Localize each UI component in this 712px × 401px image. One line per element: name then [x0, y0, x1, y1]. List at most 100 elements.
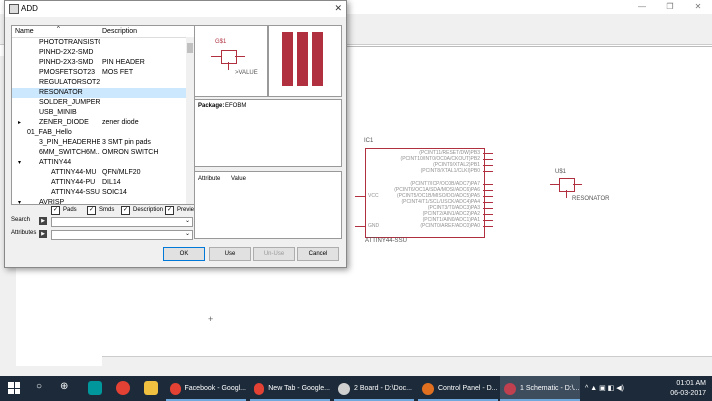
tree-scroll-thumb[interactable]: [187, 43, 193, 53]
taskbar-app[interactable]: 2 Board - D:\Doc...: [334, 376, 414, 401]
tree-row-description: OMRON SWITCH: [102, 149, 159, 156]
tree-row[interactable]: ▾01_FAB_Hello: [12, 128, 186, 138]
checkbox-label: Pads: [63, 207, 77, 213]
cancel-button[interactable]: Cancel: [297, 247, 339, 261]
taskbar-app[interactable]: Control Panel - D...: [418, 376, 498, 401]
tree-row[interactable]: USB_MINIB: [12, 108, 186, 118]
tree-row-name: 01_FAB_Hello: [27, 129, 72, 136]
column-description[interactable]: Description: [102, 28, 137, 35]
tree-row-name: 3_PIN_HEADERHE...: [39, 139, 100, 146]
taskbar-app-label: Facebook - Googl...: [184, 385, 246, 392]
tree-row-description: SOIC14: [102, 189, 127, 196]
start-icon[interactable]: [8, 382, 20, 394]
tree-row[interactable]: PINHD-2X2-SMD: [12, 48, 186, 58]
clock[interactable]: 01:01 AM 06-03-2017: [670, 379, 706, 399]
tree-row[interactable]: ATTINY44-PU DIL14: [12, 178, 186, 188]
checkbox-smds[interactable]: ✓ Smds: [87, 206, 114, 215]
pin-line: [483, 208, 493, 209]
file-explorer-icon[interactable]: [144, 381, 158, 395]
tree-row-name: USB_MINIB: [39, 109, 77, 116]
column-name[interactable]: Name: [15, 28, 34, 35]
search-label: Search: [11, 217, 31, 223]
ok-button[interactable]: OK: [163, 247, 205, 261]
symbol-preview: G$1 >VALUE: [194, 25, 268, 97]
resonator-body[interactable]: [559, 178, 575, 192]
check-icon[interactable]: ✓: [165, 206, 174, 215]
use-button[interactable]: Use: [209, 247, 251, 261]
tree-row[interactable]: ATTINY44-SSU SOIC14: [12, 188, 186, 198]
crosshair-icon: +: [208, 314, 214, 324]
attributes-history-icon[interactable]: ▶: [39, 230, 47, 238]
taskbar-app-label: Control Panel - D...: [438, 385, 498, 392]
collapse-icon[interactable]: ▸: [18, 118, 21, 128]
tree-row[interactable]: ▾ AVRISP: [12, 198, 186, 205]
tree-row-description: DIL14: [102, 179, 121, 186]
pin-line: [483, 159, 493, 160]
search-icon[interactable]: ○: [36, 381, 42, 392]
check-icon[interactable]: ✓: [121, 206, 130, 215]
attr-col-attribute: Attribute: [198, 176, 221, 182]
tree-row[interactable]: RESONATOR: [12, 88, 186, 98]
tree-row-name: ATTINY44-MU: [51, 169, 97, 176]
tree-row[interactable]: SOLDER_JUMPER: [12, 98, 186, 108]
tree-row-description: zener diode: [102, 119, 139, 126]
tree-row-name: REGULATORSOT23: [39, 79, 100, 86]
tree-row[interactable]: PHOTOTRANSISTO...: [12, 38, 186, 48]
tree-row-name: PINHD-2X3-SMD: [39, 59, 94, 66]
dropdown-icon[interactable]: ⌄: [185, 217, 190, 224]
tree-row[interactable]: PMOSFETSOT23 MOS FET: [12, 68, 186, 78]
tree-row-name: AVRISP: [39, 199, 65, 205]
dropdown-icon[interactable]: ⌄: [185, 230, 190, 237]
tree-row[interactable]: ▾ ATTINY44: [12, 158, 186, 168]
pin-line: [483, 165, 493, 166]
close-icon[interactable]: ✕: [684, 0, 712, 14]
tree-row[interactable]: 6MM_SWITCH6M... OMRON SWITCH: [12, 148, 186, 158]
chrome-icon[interactable]: [116, 381, 130, 395]
unuse-button[interactable]: Un-Use: [253, 247, 295, 261]
tree-row[interactable]: REGULATORSOT23: [12, 78, 186, 88]
library-tree[interactable]: Name ^ Description PHOTOTRANSISTO... PINH…: [11, 25, 195, 205]
package-info: Package: EFOBM: [194, 99, 342, 167]
close-icon[interactable]: ✕: [334, 3, 342, 14]
pin-line: [483, 184, 493, 185]
tree-row-name: ATTINY44-SSU: [51, 189, 100, 196]
arduino-icon[interactable]: [88, 381, 102, 395]
checkbox-pads[interactable]: ✓ Pads: [51, 206, 77, 215]
dialog-titlebar: ADD ✕: [5, 1, 346, 17]
vcc-pin: [355, 196, 365, 197]
add-dialog: ADD ✕ Name ^ Description PHOTOTRANSISTO.…: [4, 0, 347, 268]
ic-name: IC1: [364, 138, 374, 144]
cortana-icon[interactable]: ⊕: [60, 381, 68, 392]
tree-row[interactable]: 3_PIN_HEADERHE...3 SMT pin pads: [12, 138, 186, 148]
res-part-label: RESONATOR: [572, 196, 610, 202]
tree-row[interactable]: ▸ ZENER_DIODE zener diode: [12, 118, 186, 128]
taskbar-app[interactable]: 1 Schematic - D:\...: [500, 376, 580, 401]
res-pin-gnd: [566, 190, 567, 198]
expand-icon[interactable]: ▾: [18, 158, 21, 168]
tree-row-name: RESONATOR: [39, 89, 83, 96]
vcc-label: VCC: [368, 193, 379, 199]
tree-row-description: MOS FET: [102, 69, 134, 76]
tree-row[interactable]: ATTINY44-MU QFN/MLF20: [12, 168, 186, 178]
app-icon: [9, 4, 19, 14]
app-icon: [170, 382, 181, 395]
taskbar-app[interactable]: Facebook - Googl...: [166, 376, 246, 401]
tree-row-name: ZENER_DIODE: [39, 119, 89, 126]
res-pin-right: [573, 184, 582, 185]
minimize-icon[interactable]: —: [628, 0, 656, 14]
tray-icons[interactable]: ^ ▲ ▣ ◧ ◀): [585, 384, 624, 392]
check-icon[interactable]: ✓: [87, 206, 96, 215]
checkbox-description[interactable]: ✓ Description: [121, 206, 163, 215]
taskbar-app[interactable]: New Tab - Google...: [250, 376, 330, 401]
maximize-icon[interactable]: ❐: [656, 0, 684, 14]
search-input[interactable]: ⌄: [51, 217, 193, 227]
tree-row[interactable]: PINHD-2X3-SMD PIN HEADER: [12, 58, 186, 68]
tree-scrollbar[interactable]: [186, 37, 194, 204]
search-history-icon[interactable]: ▶: [39, 217, 47, 225]
check-icon[interactable]: ✓: [51, 206, 60, 215]
checkbox-label: Description: [133, 207, 164, 213]
attributes-table: Attribute Value: [194, 171, 342, 239]
tree-row-name: SOLDER_JUMPER: [39, 99, 100, 106]
attributes-input[interactable]: ⌄: [51, 230, 193, 240]
expand-icon[interactable]: ▾: [18, 198, 21, 204]
